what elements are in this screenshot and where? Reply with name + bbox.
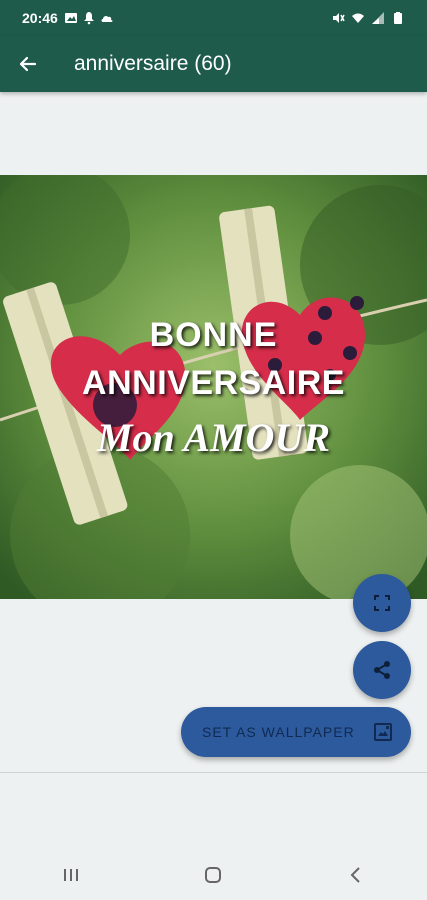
image-title-line3: Mon AMOUR bbox=[96, 415, 331, 460]
image-title-line2: ANNIVERSAIRE bbox=[82, 364, 345, 402]
divider bbox=[0, 772, 427, 773]
back-button[interactable] bbox=[0, 36, 56, 92]
system-nav-bar bbox=[0, 850, 427, 900]
page-title: anniversaire (60) bbox=[74, 52, 232, 75]
wallpaper-image[interactable]: BONNE ANNIVERSAIRE Mon AMOUR bbox=[0, 175, 427, 599]
signal-icon bbox=[372, 12, 384, 24]
set-wallpaper-button[interactable]: SET AS WALLPAPER bbox=[181, 707, 411, 757]
expand-icon bbox=[374, 595, 390, 611]
wallpaper-icon bbox=[374, 723, 392, 741]
image-icon bbox=[64, 13, 77, 23]
notification-icon bbox=[83, 12, 94, 25]
arrow-left-icon bbox=[19, 56, 37, 72]
wifi-icon bbox=[352, 13, 364, 23]
share-button[interactable] bbox=[353, 641, 411, 699]
recents-icon bbox=[64, 869, 79, 881]
share-icon bbox=[374, 661, 390, 679]
recents-button[interactable] bbox=[41, 855, 101, 895]
home-button[interactable] bbox=[183, 855, 243, 895]
back-icon bbox=[350, 867, 360, 883]
expand-button[interactable] bbox=[353, 574, 411, 632]
image-title-line1: BONNE bbox=[149, 316, 278, 354]
nav-back-button[interactable] bbox=[326, 855, 386, 895]
mute-icon bbox=[333, 13, 345, 23]
set-wallpaper-label: SET AS WALLPAPER bbox=[202, 724, 355, 740]
app-bar: anniversaire (60) bbox=[0, 36, 427, 92]
status-bar: 20:46 bbox=[0, 0, 427, 36]
cloud-icon bbox=[101, 15, 113, 22]
home-icon bbox=[205, 867, 222, 883]
status-time: 20:46 bbox=[22, 10, 58, 26]
battery-icon bbox=[394, 12, 402, 24]
